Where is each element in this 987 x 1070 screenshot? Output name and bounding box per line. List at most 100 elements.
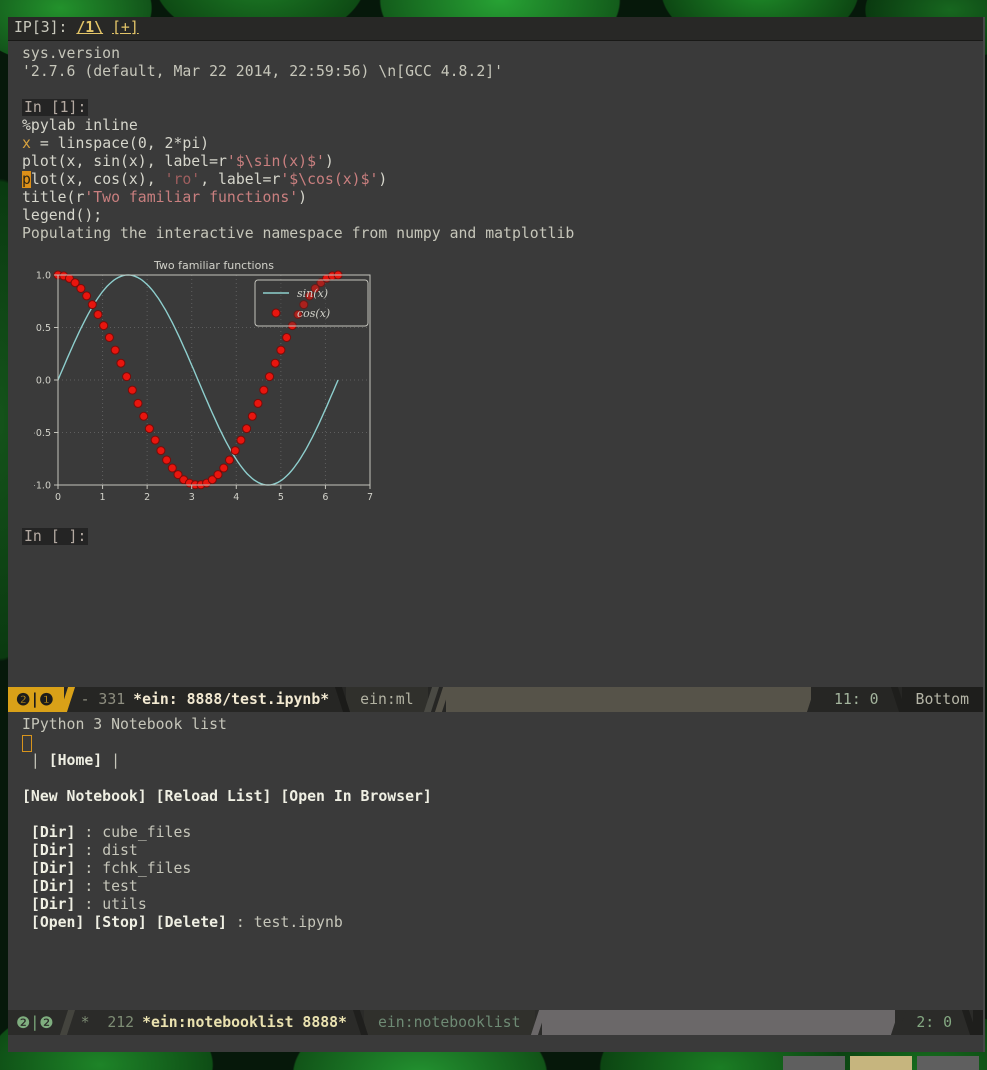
code-text: )	[325, 153, 334, 170]
cursor-position-segment: 2: 0	[902, 1010, 966, 1035]
cursor-line	[22, 734, 983, 752]
badge-separator: |	[30, 1014, 39, 1031]
notebook-entry: [Dir] : fchk_files	[22, 860, 983, 878]
scroll-indicator-segment: Bottom	[902, 687, 983, 712]
buffer-info-segment: - 331 *ein: 8888/test.ipynb*	[71, 687, 340, 712]
major-mode[interactable]: ein:ml	[360, 691, 413, 708]
entry-button[interactable]: [Delete]	[156, 914, 227, 931]
inline-plot-output: 01234567−1.0−0.50.00.51.0Two familiar fu…	[34, 257, 394, 514]
entry-separator: :	[75, 878, 102, 895]
blank-line	[22, 806, 983, 824]
cursor-position: 11: 0	[834, 691, 879, 708]
code-text: title(r	[22, 189, 84, 206]
taskbar-item[interactable]	[783, 1056, 845, 1070]
input-prompt: In [1]:	[22, 99, 88, 116]
code-string: '$\cos(x)$'	[280, 171, 378, 188]
entry-button[interactable]: [Dir]	[31, 842, 76, 859]
reload-list-button[interactable]: [Reload List]	[156, 788, 272, 805]
code-string: 'ro'	[165, 171, 201, 188]
scroll-position: Bottom	[916, 691, 969, 708]
entry-separator: :	[75, 896, 102, 913]
breadcrumb-separator: |	[22, 752, 49, 769]
entry-button[interactable]: [Dir]	[31, 878, 76, 895]
entry-name: cube_files	[102, 824, 191, 841]
svg-text:7: 7	[367, 492, 373, 503]
notebooklist-actions: [New Notebook] [Reload List] [Open In Br…	[22, 788, 983, 806]
blank-line	[22, 770, 983, 788]
code-text: )	[298, 189, 307, 206]
breadcrumb: | [Home] |	[22, 752, 983, 770]
emacs-frame: IP[3]: /1\ [+] sys.version '2.7.6 (defau…	[8, 17, 985, 1052]
notebook-entry: [Dir] : utils	[22, 896, 983, 914]
input-prompt-line: In [1]:	[22, 99, 983, 117]
buffer-name[interactable]: *ein:notebooklist 8888*	[142, 1014, 347, 1031]
home-button[interactable]: [Home]	[49, 752, 102, 769]
code-cell-input[interactable]: sys.version	[22, 45, 983, 63]
text-cursor: p	[22, 171, 31, 188]
stdout-line: Populating the interactive namespace fro…	[22, 225, 983, 243]
empty-input-prompt[interactable]: In [ ]:	[22, 528, 88, 545]
taskbar-item[interactable]	[917, 1056, 979, 1070]
code-text: %pylab inline	[22, 117, 138, 134]
notebook-window: sys.version '2.7.6 (default, Mar 22 2014…	[8, 41, 983, 687]
svg-text:−0.5: −0.5	[34, 428, 51, 439]
notebook-header-line: IP[3]: /1\ [+]	[8, 17, 983, 41]
notebook-kernel-label: IP[3]:	[14, 19, 76, 36]
notebook-entry-list: [Dir] : cube_files [Dir] : dist [Dir] : …	[22, 824, 983, 932]
notebook-entry: [Dir] : cube_files	[22, 824, 983, 842]
entry-button[interactable]: [Dir]	[31, 896, 76, 913]
notebooklist-title: IPython 3 Notebook list	[22, 716, 983, 734]
entry-name: test	[102, 878, 138, 895]
code-text: lot(x, cos(x),	[31, 171, 165, 188]
code-text: = linspace(0, 2*pi)	[31, 135, 209, 152]
entry-button[interactable]: [Dir]	[31, 860, 76, 877]
svg-text:0: 0	[55, 492, 61, 503]
major-mode[interactable]: ein:notebooklist	[378, 1014, 521, 1031]
frame-number-badge: ❷	[16, 690, 30, 709]
code-line[interactable]: plot(x, sin(x), label=r'$\sin(x)$')	[22, 153, 983, 171]
notebook-entry: [Dir] : test	[22, 878, 983, 896]
code-line[interactable]: plot(x, cos(x), 'ro', label=r'$\cos(x)$'…	[22, 171, 983, 189]
code-text: legend();	[22, 207, 102, 224]
window-number-badge: ❶	[39, 690, 53, 709]
window-number-segment: ❷|❶	[8, 687, 64, 712]
modeline-notebooklist: ❷|❷ * 212*ein:notebooklist 8888* ein:not…	[8, 1010, 983, 1035]
entry-name: test.ipynb	[254, 914, 343, 931]
entry-separator: :	[75, 824, 102, 841]
modeline-notebook: ❷|❶ - 331 *ein: 8888/test.ipynb* ein:ml 1…	[8, 687, 983, 712]
code-line[interactable]: title(r'Two familiar functions')	[22, 189, 983, 207]
buffer-info-segment: * 212*ein:notebooklist 8888*	[71, 1010, 357, 1035]
badge-separator: |	[30, 691, 39, 708]
entry-button[interactable]: [Stop]	[93, 914, 146, 931]
new-notebook-button[interactable]: [New Notebook]	[22, 788, 147, 805]
svg-text:2: 2	[144, 492, 150, 503]
code-variable: x	[22, 135, 31, 152]
new-tab-button[interactable]: [+]	[112, 19, 139, 36]
buffer-name[interactable]: *ein: 8888/test.ipynb*	[133, 691, 329, 708]
cursor-position: 2: 0	[916, 1014, 952, 1031]
svg-text:0.5: 0.5	[36, 323, 51, 334]
entry-button[interactable]: [Dir]	[31, 824, 76, 841]
code-text: plot(x, sin(x), label=r	[22, 153, 227, 170]
entry-name: fchk_files	[102, 860, 191, 877]
window-number-badge: ❷	[39, 1013, 53, 1032]
major-mode-segment: ein:ml	[346, 687, 427, 712]
svg-text:0.0: 0.0	[36, 376, 51, 387]
code-string: '$\sin(x)$'	[227, 153, 325, 170]
entry-button[interactable]: [Open]	[31, 914, 84, 931]
minibuffer-echo-area[interactable]	[8, 1035, 983, 1052]
notebook-entry: [Open] [Stop] [Delete] : test.ipynb	[22, 914, 983, 932]
svg-text:4: 4	[233, 492, 239, 503]
cell-output: '2.7.6 (default, Mar 22 2014, 22:59:56) …	[22, 63, 983, 81]
notebook-tab[interactable]: /1\	[76, 19, 103, 36]
svg-text:sin(x): sin(x)	[297, 287, 328, 300]
taskbar-item[interactable]	[850, 1056, 912, 1070]
buffer-size: - 331	[81, 691, 126, 708]
open-in-browser-button[interactable]: [Open In Browser]	[280, 788, 431, 805]
code-line[interactable]: %pylab inline	[22, 117, 983, 135]
code-line[interactable]: x = linspace(0, 2*pi)	[22, 135, 983, 153]
entry-separator: :	[75, 860, 102, 877]
code-line[interactable]: legend();	[22, 207, 983, 225]
svg-text:Two familiar functions: Two familiar functions	[153, 259, 274, 272]
svg-text:5: 5	[278, 492, 284, 503]
